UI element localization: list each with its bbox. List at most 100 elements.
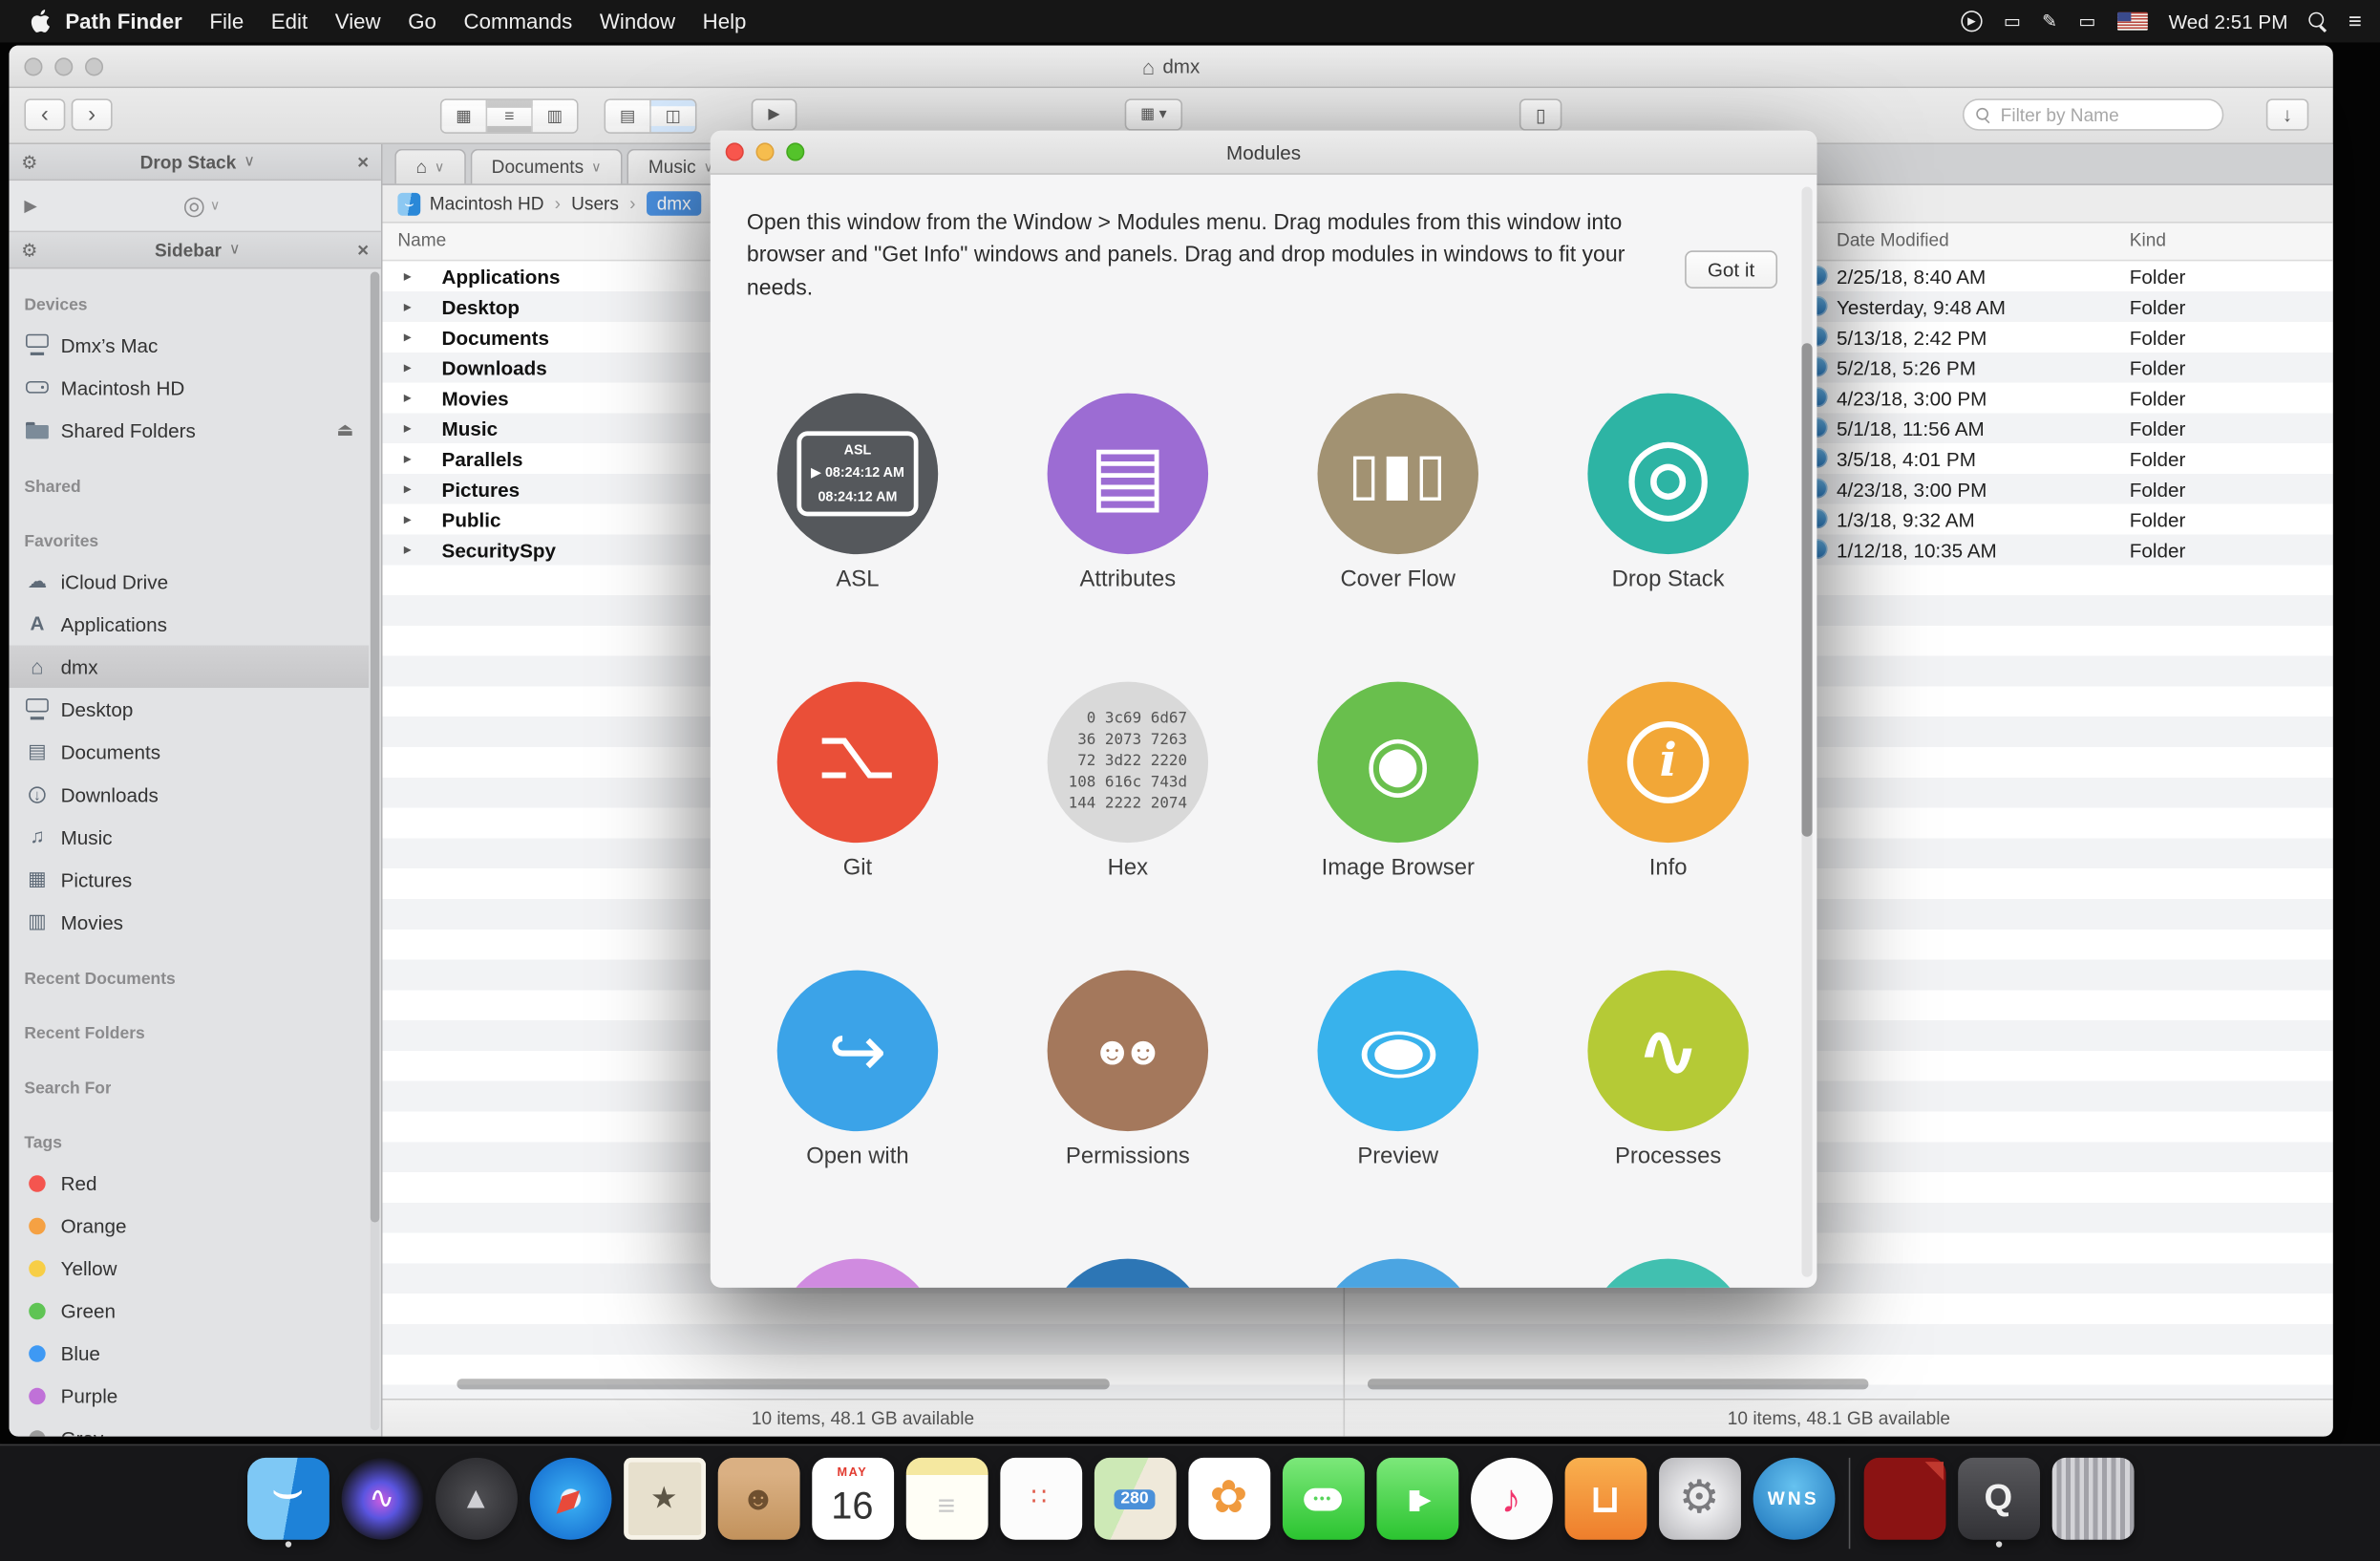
location-icon[interactable]: ▶: [1961, 11, 1982, 32]
folder-tab[interactable]: Documents ∨: [470, 149, 622, 184]
apple-menu-icon[interactable]: [31, 10, 51, 33]
sidebar-item[interactable]: Orange: [10, 1204, 370, 1247]
window-titlebar[interactable]: ⌂ dmx: [10, 46, 2333, 89]
sidebar-item[interactable]: Gray: [10, 1417, 370, 1437]
module-item[interactable]: ↪ Open with: [777, 971, 938, 1174]
sidebar-item[interactable]: Applications: [10, 603, 370, 646]
dock-item[interactable]: 280: [1088, 1458, 1182, 1549]
display-icon[interactable]: ▭: [2004, 11, 2021, 32]
dock-item[interactable]: ⌣: [241, 1458, 335, 1549]
dock-item[interactable]: ♪: [1464, 1458, 1559, 1549]
dock-item[interactable]: •••: [1276, 1458, 1371, 1549]
module-item[interactable]: [1587, 1259, 1748, 1288]
dock-item[interactable]: ◥: [1848, 1458, 1951, 1549]
view-options-dropdown[interactable]: ▦ ▾: [1125, 98, 1182, 130]
disclosure-triangle-icon[interactable]: ▸: [404, 329, 412, 345]
disclosure-triangle-icon[interactable]: ▸: [404, 390, 412, 406]
module-item[interactable]: 0 3c69 6d67 36 2073 7263 72 3d22 2220 10…: [1048, 682, 1208, 886]
sidebar-item[interactable]: Downloads: [10, 773, 370, 816]
play-icon[interactable]: ▶: [24, 196, 36, 216]
dock-item[interactable]: ⊔: [1558, 1458, 1652, 1549]
module-item[interactable]: i Info: [1587, 682, 1748, 886]
sidebar-item[interactable]: Yellow: [10, 1247, 370, 1290]
play-button[interactable]: ▶: [752, 98, 797, 130]
dock-item[interactable]: ▲: [429, 1458, 523, 1549]
module-item[interactable]: ◉ Image Browser: [1318, 682, 1478, 886]
menubar-clock[interactable]: Wed 2:51 PM: [2169, 10, 2288, 32]
list-view-button[interactable]: ≡: [487, 100, 533, 132]
forward-button[interactable]: ›: [72, 98, 113, 130]
sidebar-item[interactable]: iCloud Drive: [10, 561, 370, 604]
sidebar-item[interactable]: Recent Documents: [10, 961, 370, 997]
sidebar-item[interactable]: Pictures: [10, 858, 370, 901]
dock-item[interactable]: MAY 16: [805, 1458, 900, 1549]
column-header-name[interactable]: Name: [397, 229, 446, 250]
sidebar-item[interactable]: Red: [10, 1162, 370, 1205]
column-header-kind[interactable]: Kind: [2130, 229, 2166, 250]
back-button[interactable]: ‹: [24, 98, 65, 130]
sidebar-item[interactable]: Search For: [10, 1071, 370, 1107]
app-menu[interactable]: Path Finder: [65, 10, 181, 33]
dock-item[interactable]: ✿: [1181, 1458, 1276, 1549]
dock-item[interactable]: ≡: [900, 1458, 994, 1549]
disclosure-triangle-icon[interactable]: ▸: [404, 481, 412, 497]
disclosure-triangle-icon[interactable]: ▸: [404, 359, 412, 375]
drop-stack-header[interactable]: ⚙ Drop Stack ∨ ×: [10, 144, 381, 181]
got-it-button[interactable]: Got it: [1685, 250, 1777, 289]
module-item[interactable]: [1048, 1259, 1208, 1288]
sidebar-item[interactable]: dmx: [10, 646, 370, 689]
close-icon[interactable]: ×: [357, 239, 369, 262]
sidebar-panel-header[interactable]: ⚙ Sidebar ∨ ×: [10, 232, 381, 268]
sidebar-item[interactable]: Shared Folders ⏏: [10, 409, 370, 452]
dock-item[interactable]: ∷: [993, 1458, 1088, 1549]
eject-icon[interactable]: ⏏: [336, 419, 353, 440]
sidebar-item[interactable]: Documents: [10, 731, 370, 774]
dock-item[interactable]: WNS: [1746, 1458, 1840, 1549]
dock-item[interactable]: ☻: [712, 1458, 806, 1549]
module-item[interactable]: ▯▮▯ Cover Flow: [1318, 394, 1478, 597]
horizontal-scrollbar[interactable]: [1368, 1379, 1868, 1389]
dock-item[interactable]: ★: [617, 1458, 712, 1549]
module-item[interactable]: ∿ Processes: [1587, 971, 1748, 1174]
breadcrumb-item[interactable]: Macintosh HD: [430, 193, 544, 214]
disclosure-triangle-icon[interactable]: ▸: [404, 542, 412, 558]
horizontal-scrollbar[interactable]: [457, 1379, 1109, 1389]
sidebar-item[interactable]: Blue: [10, 1332, 370, 1375]
menu-item[interactable]: View: [335, 10, 381, 33]
disclosure-triangle-icon[interactable]: ▸: [404, 298, 412, 314]
sidebar-item[interactable]: Green: [10, 1289, 370, 1332]
menu-item[interactable]: Go: [408, 10, 436, 33]
wand-icon[interactable]: ✎: [2042, 11, 2057, 32]
dock-item[interactable]: [2046, 1458, 2140, 1549]
sidebar-item[interactable]: Macintosh HD: [10, 366, 370, 409]
sidebar-item[interactable]: Favorites: [10, 524, 370, 560]
module-item[interactable]: ▤ Attributes: [1048, 394, 1208, 597]
sidebar-item[interactable]: Devices: [10, 287, 370, 323]
gear-icon[interactable]: ⚙: [21, 151, 37, 172]
disclosure-triangle-icon[interactable]: ▸: [404, 419, 412, 436]
sidebar-item[interactable]: Recent Folders: [10, 1016, 370, 1052]
single-pane-button[interactable]: ▤: [606, 100, 651, 132]
module-item[interactable]: ☻☻ Permissions: [1048, 971, 1208, 1174]
sidebar-item[interactable]: Desktop: [10, 688, 370, 731]
chevron-down-icon[interactable]: ∨: [244, 154, 255, 170]
sidebar-item[interactable]: Music: [10, 816, 370, 859]
menu-item[interactable]: Window: [600, 10, 675, 33]
close-icon[interactable]: ×: [357, 150, 369, 173]
icon-view-button[interactable]: ▦: [441, 100, 487, 132]
dock-item[interactable]: ▮▸: [1370, 1458, 1464, 1549]
monitor-icon[interactable]: ▭: [2078, 11, 2095, 32]
module-item[interactable]: [1318, 1259, 1478, 1288]
menu-item[interactable]: Help: [703, 10, 747, 33]
dialog-titlebar[interactable]: Modules: [711, 131, 1817, 175]
dual-pane-button[interactable]: ◫: [651, 100, 695, 132]
tab-home[interactable]: ⌂ ∨: [394, 149, 465, 184]
dock-item[interactable]: ◆: [523, 1458, 618, 1549]
spotlight-search-icon[interactable]: [2309, 12, 2327, 31]
info-panel-button[interactable]: ▯: [1519, 98, 1562, 130]
column-view-button[interactable]: ▥: [533, 100, 577, 132]
breadcrumb-item[interactable]: Users: [571, 193, 619, 214]
drop-stack-pane[interactable]: ▶ ◎ ∨: [10, 181, 381, 232]
breadcrumb-item[interactable]: dmx: [647, 191, 702, 215]
dock-item[interactable]: ⚙: [1652, 1458, 1747, 1549]
